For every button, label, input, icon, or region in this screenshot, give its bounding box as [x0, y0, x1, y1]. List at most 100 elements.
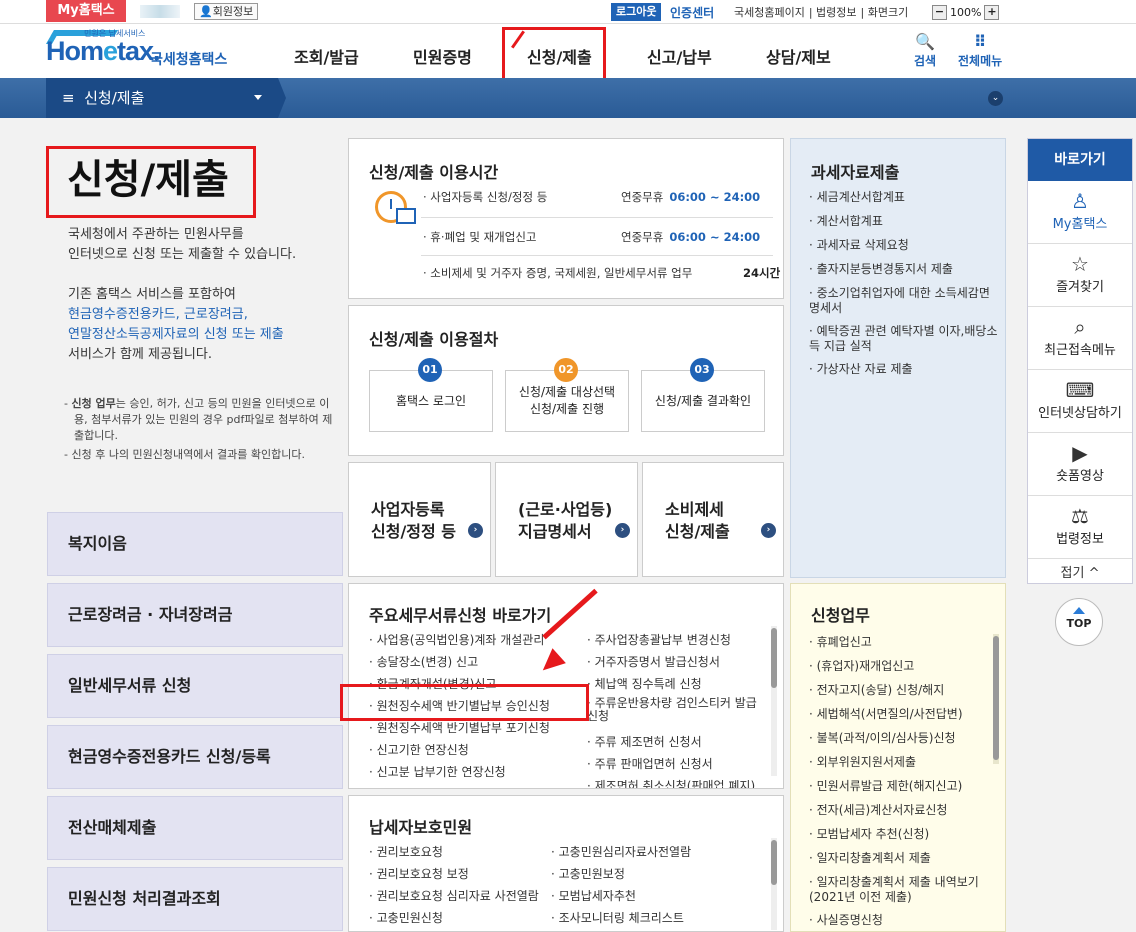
all-menu-button[interactable]: ⠿ 전체메뉴	[958, 32, 1002, 69]
tile-payment-statement[interactable]: (근로·사업등) 지급명세서 ›	[495, 462, 638, 577]
shortcut-item[interactable]: · 주류운반용차량 검인스티커 발급신청	[587, 697, 765, 723]
apply-work-item[interactable]: · (휴업자)재개업신고	[809, 659, 999, 674]
search-button[interactable]: 🔍 검색	[914, 32, 936, 69]
quick-myhometax[interactable]: ♙ My홈택스	[1028, 181, 1132, 244]
tax-data-item[interactable]: · 출자지분등변경통지서 제출	[809, 262, 999, 277]
shortcut-item[interactable]: · 주류 판매업면허 신청서	[587, 755, 713, 772]
breadcrumb-dropdown[interactable]: ≡ 신청/제출	[46, 78, 278, 118]
logout-button[interactable]: 로그아웃	[611, 3, 662, 21]
grid-icon: ⠿	[973, 32, 987, 51]
protection-item[interactable]: · 권리보호요청 보정	[369, 865, 469, 882]
apply-work-item[interactable]: · 외부위원지원서제출	[809, 755, 999, 770]
myhometax-tab[interactable]: My홈택스	[46, 0, 126, 22]
left-menu-result-inquiry[interactable]: 민원신청 처리결과조회	[47, 867, 343, 931]
top-label: TOP	[1066, 617, 1092, 630]
notes-list: - 신청 업무는 승인, 허가, 신고 등의 민원을 인터넷으로 이용, 첨부서…	[64, 396, 342, 466]
apply-work-item[interactable]: · 전자(세금)계산서자료신청	[809, 803, 999, 818]
left-menu-electronic-media[interactable]: 전산매체제출	[47, 796, 343, 860]
certificate-center-link[interactable]: 인증센터	[670, 4, 714, 21]
tax-data-item[interactable]: · 가상자산 자료 제출	[809, 362, 999, 377]
quick-internet-consult[interactable]: ⌨ 인터넷상담하기	[1028, 370, 1132, 433]
hours-panel: 신청/제출 이용시간 · 사업자등록 신청/정정 등 연중무휴 06:00 ~ 2…	[348, 138, 784, 299]
quick-shortform-video[interactable]: ▶ 숏폼영상	[1028, 433, 1132, 496]
apply-work-item[interactable]: · 전자고지(송달) 신청/해지	[809, 683, 999, 698]
hours-row-label: · 소비제세 및 거주자 증명, 국제세원, 일반세무서류 업무	[423, 266, 693, 280]
tax-data-item[interactable]: · 계산서합계표	[809, 214, 999, 229]
screen-size-label: 화면크기	[867, 6, 909, 19]
tile-consumption-tax[interactable]: 소비제세 신청/제출 ›	[642, 462, 784, 577]
apply-work-item[interactable]: · 사실증명신청	[809, 913, 999, 928]
apply-work-item[interactable]: · 모범납세자 추천(신청)	[809, 827, 999, 842]
quick-recent-menu[interactable]: ⌕ 최근접속메뉴	[1028, 307, 1132, 370]
protection-panel: 납세자보호민원 · 권리보호요청 · 권리보호요청 보정 · 권리보호요청 심리…	[348, 795, 784, 932]
quick-fold-button[interactable]: 접기 ^	[1028, 559, 1132, 593]
left-menu-general-tax-docs[interactable]: 일반세무서류 신청	[47, 654, 343, 718]
apply-work-item[interactable]: · 휴폐업신고	[809, 635, 999, 650]
divider	[421, 255, 773, 256]
apply-work-item[interactable]: · 민원서류발급 제한(해지신고)	[809, 779, 999, 794]
quick-law-info[interactable]: ⚖ 법령정보	[1028, 496, 1132, 559]
tax-data-item[interactable]: · 예탁증권 관련 예탁자별 이자,배당소득 지급 실적	[809, 324, 999, 354]
chevron-right-icon: ›	[468, 523, 483, 538]
apply-work-item[interactable]: · 일자리창출계획서 제출	[809, 851, 999, 866]
left-menu-cash-receipt-card[interactable]: 현금영수증전용카드 신청/등록	[47, 725, 343, 789]
shortcut-item[interactable]: · 신고기한 연장신청	[369, 741, 469, 758]
procedure-title: 신청/제출 이용절차	[369, 330, 499, 349]
shortcut-item[interactable]: · 주류 제조면허 신청서	[587, 733, 702, 750]
intro-text: 국세청에서 주관하는 민원사무를 인터넷으로 신청 또는 제출할 수 있습니다.…	[68, 227, 297, 362]
scrollbar-thumb[interactable]	[771, 840, 777, 885]
protection-item[interactable]: · 고충민원보정	[551, 865, 625, 882]
protection-item[interactable]: · 고충민원심리자료사전열람	[551, 843, 691, 860]
tax-data-title: 과세자료제출	[811, 163, 900, 182]
nav-inquiry-issue[interactable]: 조회/발급	[294, 44, 359, 68]
scrollbar-thumb[interactable]	[771, 628, 777, 688]
chevron-right-icon: ›	[615, 523, 630, 538]
person-icon: 👤	[199, 5, 213, 18]
hours-title: 신청/제출 이용시간	[369, 163, 499, 182]
tax-data-item[interactable]: · 과세자료 삭제요청	[809, 238, 999, 253]
page-title: 신청/제출	[46, 146, 256, 218]
shortcut-item[interactable]: · 제조면허 취소신청(판매업 폐지)	[587, 777, 755, 788]
protection-item[interactable]: · 모범납세자추천	[551, 887, 636, 904]
shortcut-item[interactable]: · 주사업장총괄납부 변경신청	[587, 631, 731, 648]
protection-item[interactable]: · 권리보호요청	[369, 843, 443, 860]
protection-item[interactable]: · 고충민원신청	[369, 909, 443, 926]
quick-label: 법령정보	[1056, 532, 1104, 547]
main-header: 민원은 납세서비스 Hometax. 국세청홈택스 조회/발급 민원증명 신청/…	[0, 24, 1136, 86]
shortcut-item[interactable]: · 체납액 징수특례 신청	[587, 675, 702, 692]
expand-circle-icon[interactable]: ⌄	[988, 91, 1003, 106]
scrollbar-thumb[interactable]	[993, 636, 999, 760]
tax-data-item[interactable]: · 중소기업취업자에 대한 소득세감면명세서	[809, 286, 999, 316]
quick-menu-title: 바로가기	[1028, 139, 1132, 181]
scroll-top-button[interactable]: TOP	[1055, 598, 1103, 646]
shortcut-item[interactable]: · 사업용(공익법인용)계좌 개설관리	[369, 631, 544, 648]
nav-civil-certificate[interactable]: 민원증명	[413, 44, 472, 68]
shortcut-item[interactable]: · 거주자증명서 발급신청서	[587, 653, 720, 670]
shortcut-item[interactable]: · 송달장소(변경) 신고	[369, 653, 478, 670]
tile-business-registration[interactable]: 사업자등록 신청/정정 등 ›	[348, 462, 491, 577]
quick-label: 인터넷상담하기	[1038, 406, 1122, 421]
apply-work-item[interactable]: · 세법해석(서면질의/사전답변)	[809, 707, 999, 722]
protection-item[interactable]: · 조사모니터링 체크리스트	[551, 909, 684, 926]
zoom-out-button[interactable]: −	[932, 4, 947, 20]
tax-data-item[interactable]: · 세금계산서합계표	[809, 190, 999, 205]
nav-consult-report[interactable]: 상담/제보	[766, 44, 831, 68]
nts-homepage-link[interactable]: 국세청홈페이지	[734, 6, 805, 19]
step-number: 01	[418, 358, 442, 382]
hometax-logo[interactable]: 민원은 납세서비스 Hometax. 국세청홈택스	[45, 28, 231, 72]
shortcut-item[interactable]: · 신고분 납부기한 연장신청	[369, 763, 506, 780]
laptop-chat-icon: ⌨	[1065, 378, 1095, 402]
law-info-link[interactable]: 법령정보	[816, 6, 856, 19]
quick-favorites[interactable]: ☆ 즐겨찾기	[1028, 244, 1132, 307]
left-menu-welfare[interactable]: 복지이음	[47, 512, 343, 576]
hours-row-value: 24시간	[743, 266, 781, 280]
left-menu-earned-income-credit[interactable]: 근로장려금 · 자녀장려금	[47, 583, 343, 647]
apply-work-item[interactable]: · 불복(과적/이의/심사등)신청	[809, 731, 999, 746]
protection-item[interactable]: · 권리보호요청 심리자료 사전열람	[369, 887, 539, 904]
shortcut-item[interactable]: · 원천징수세액 반기별납부 포기신청	[369, 719, 550, 736]
nav-report-pay[interactable]: 신고/납부	[647, 44, 712, 68]
protection-title: 납세자보호민원	[369, 818, 473, 837]
zoom-in-button[interactable]: +	[984, 4, 1000, 20]
apply-work-item[interactable]: · 일자리창출계획서 제출 내역보기(2021년 이전 제출)	[809, 875, 999, 905]
member-info-button[interactable]: 👤회원정보	[194, 3, 259, 20]
